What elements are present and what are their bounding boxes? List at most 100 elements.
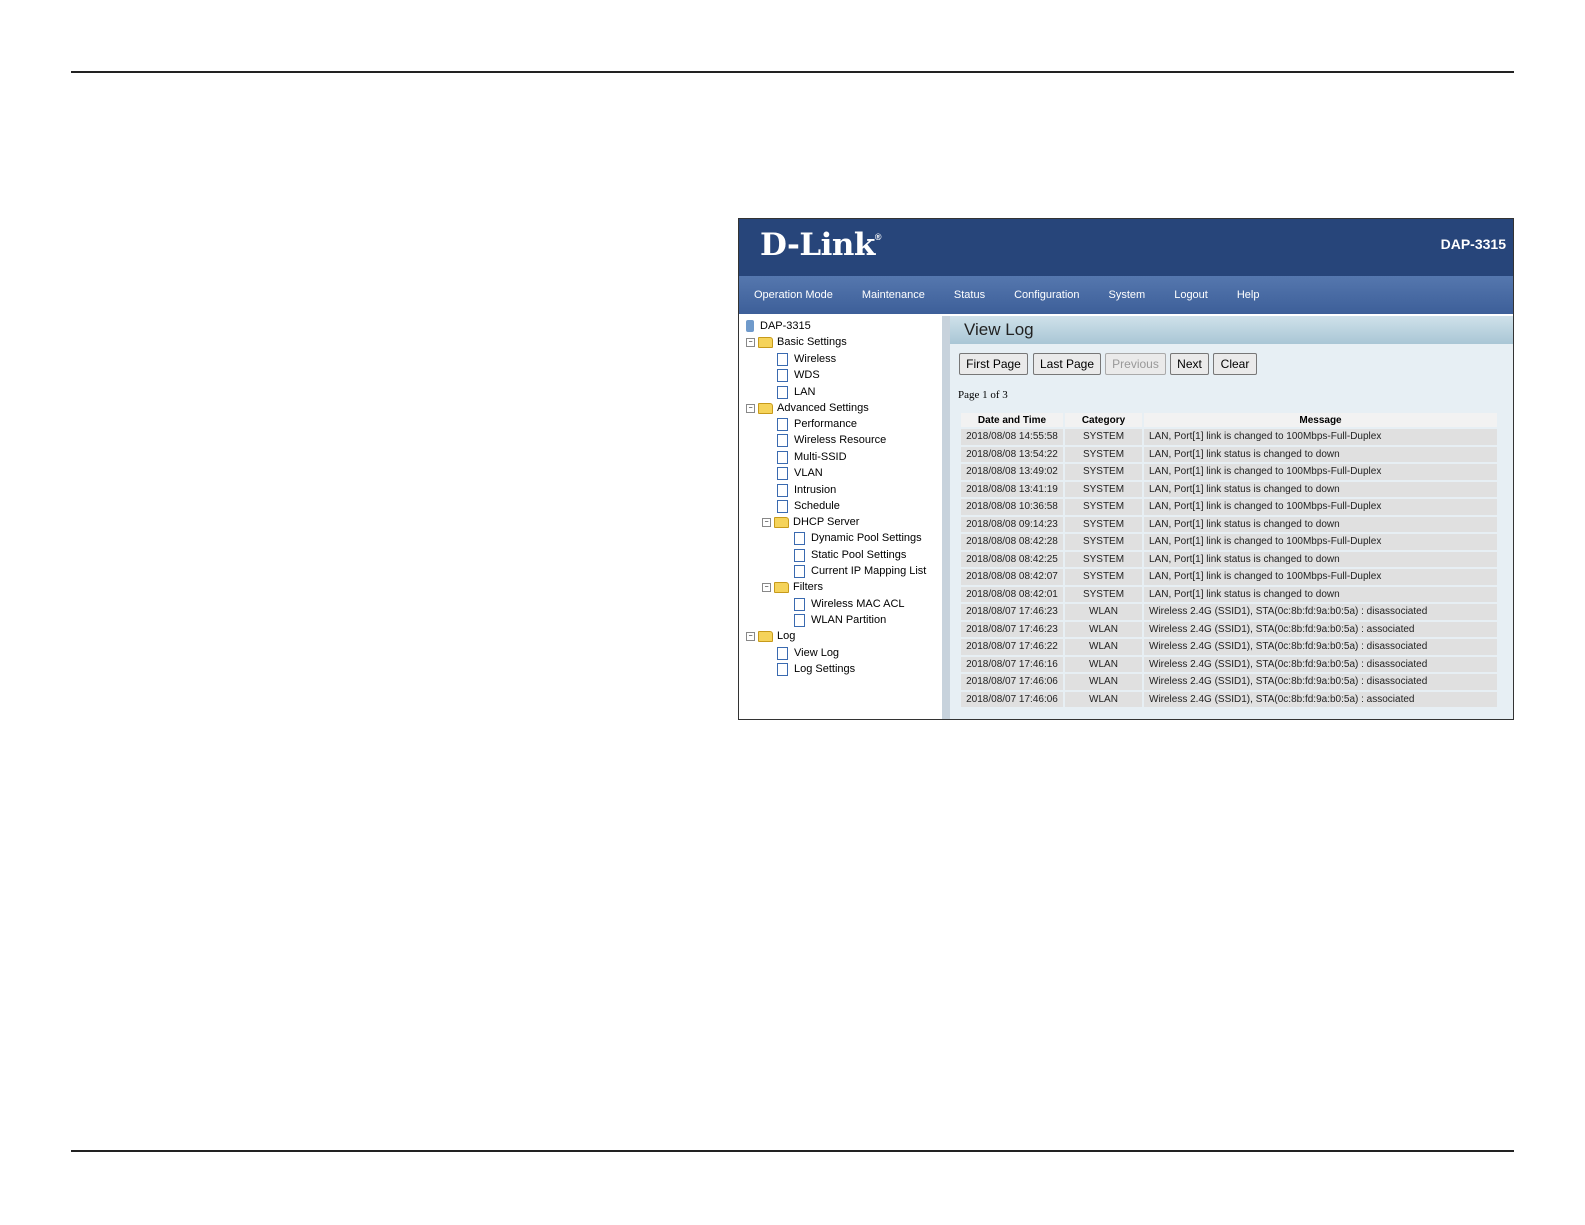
tree-root[interactable]: DAP-3315 bbox=[746, 318, 811, 334]
tree-item-wireless[interactable]: Wireless bbox=[777, 351, 836, 367]
tree-item-lan[interactable]: LAN bbox=[777, 384, 815, 400]
category-cell: SYSTEM bbox=[1065, 446, 1142, 462]
collapse-icon[interactable]: − bbox=[762, 582, 771, 592]
folder-icon bbox=[758, 630, 773, 642]
message-cell: LAN, Port[1] link status is changed to d… bbox=[1144, 446, 1497, 462]
tree-item-label: LAN bbox=[794, 386, 816, 398]
main-menu: Operation Mode Maintenance Status Config… bbox=[739, 276, 1513, 314]
date-time-cell: 2018/08/07 17:46:06 bbox=[961, 674, 1063, 690]
tree-folder-dhcp-server[interactable]: − DHCP Server bbox=[762, 514, 859, 530]
tree-item-label: Multi-SSID bbox=[794, 451, 847, 463]
collapse-icon[interactable]: − bbox=[746, 631, 755, 641]
tree-item-dynamic-pool-settings[interactable]: Dynamic Pool Settings bbox=[794, 530, 922, 546]
tree-item-performance[interactable]: Performance bbox=[777, 416, 857, 432]
collapse-icon[interactable]: − bbox=[762, 517, 771, 527]
page-icon bbox=[777, 499, 788, 513]
tree-item-schedule[interactable]: Schedule bbox=[777, 498, 840, 514]
message-cell: LAN, Port[1] link is changed to 100Mbps-… bbox=[1144, 429, 1497, 445]
logo-text: D-Link bbox=[760, 227, 875, 263]
tree-item-log-settings[interactable]: Log Settings bbox=[777, 661, 855, 677]
tree-item-intrusion[interactable]: Intrusion bbox=[777, 482, 836, 498]
next-button[interactable]: Next bbox=[1170, 353, 1209, 375]
clear-button[interactable]: Clear bbox=[1213, 353, 1257, 375]
tree-folder-log[interactable]: − Log bbox=[746, 628, 795, 644]
tree-folder-advanced-settings[interactable]: − Advanced Settings bbox=[746, 400, 869, 416]
table-row: 2018/08/08 14:55:58 SYSTEM LAN, Port[1] li… bbox=[961, 429, 1497, 445]
message-cell: Wireless 2.4G (SSID1), STA(0c:8b:fd:9a:b… bbox=[1144, 691, 1497, 707]
tree-item-vlan[interactable]: VLAN bbox=[777, 465, 823, 481]
message-cell: Wireless 2.4G (SSID1), STA(0c:8b:fd:9a:b… bbox=[1144, 674, 1497, 690]
date-time-cell: 2018/08/08 08:42:07 bbox=[961, 569, 1063, 585]
last-page-button[interactable]: Last Page bbox=[1033, 353, 1101, 375]
date-time-cell: 2018/08/08 08:42:28 bbox=[961, 534, 1063, 550]
page-info: Page 1 of 3 bbox=[958, 389, 1008, 401]
previous-button[interactable]: Previous bbox=[1105, 353, 1166, 375]
page-icon bbox=[794, 613, 805, 627]
menu-system[interactable]: System bbox=[1109, 289, 1146, 301]
table-row: 2018/08/07 17:46:16 WLAN Wireless 2.4G (SS… bbox=[961, 656, 1497, 672]
table-row: 2018/08/07 17:46:23 WLAN Wireless 2.4G (SS… bbox=[961, 621, 1497, 637]
col-header-date-time: Date and Time bbox=[961, 413, 1063, 427]
message-cell: LAN, Port[1] link is changed to 100Mbps-… bbox=[1144, 464, 1497, 480]
page-icon bbox=[794, 564, 805, 578]
page-icon bbox=[777, 662, 788, 676]
tree-item-label: Static Pool Settings bbox=[811, 549, 907, 561]
date-time-cell: 2018/08/07 17:46:06 bbox=[961, 691, 1063, 707]
tree-folder-filters[interactable]: − Filters bbox=[762, 579, 823, 595]
menu-help[interactable]: Help bbox=[1237, 289, 1260, 301]
message-cell: LAN, Port[1] link is changed to 100Mbps-… bbox=[1144, 499, 1497, 515]
tree-item-multi-ssid[interactable]: Multi-SSID bbox=[777, 449, 847, 465]
tree-folder-label: Log bbox=[777, 630, 796, 642]
table-row: 2018/08/08 10:36:58 SYSTEM LAN, Port[1] li… bbox=[961, 499, 1497, 515]
tree-folder-label: Filters bbox=[793, 581, 823, 593]
tree-folder-label: DHCP Server bbox=[793, 516, 860, 528]
menu-status[interactable]: Status bbox=[954, 289, 985, 301]
menu-operation-mode[interactable]: Operation Mode bbox=[754, 289, 833, 301]
pane-divider[interactable] bbox=[942, 316, 950, 719]
collapse-icon[interactable]: − bbox=[746, 403, 755, 413]
first-page-button[interactable]: First Page bbox=[959, 353, 1028, 375]
folder-icon bbox=[774, 581, 789, 593]
page-icon bbox=[777, 433, 788, 447]
tree-item-static-pool-settings[interactable]: Static Pool Settings bbox=[794, 547, 906, 563]
screenshot-frame: D-Link® DAP-3315 Operation Mode Maintena… bbox=[738, 218, 1514, 720]
message-cell: LAN, Port[1] link status is changed to d… bbox=[1144, 481, 1497, 497]
table-row: 2018/08/08 08:42:28 SYSTEM LAN, Port[1] li… bbox=[961, 534, 1497, 550]
tree-item-label: Intrusion bbox=[794, 484, 837, 496]
table-row: 2018/08/08 08:42:01 SYSTEM LAN, Port[1] li… bbox=[961, 586, 1497, 602]
page-icon bbox=[777, 352, 788, 366]
date-time-cell: 2018/08/07 17:46:22 bbox=[961, 639, 1063, 655]
tree-item-view-log[interactable]: View Log bbox=[777, 645, 839, 661]
tree-item-wlan-partition[interactable]: WLAN Partition bbox=[794, 612, 886, 628]
menu-maintenance[interactable]: Maintenance bbox=[862, 289, 925, 301]
tree-item-wireless-resource[interactable]: Wireless Resource bbox=[777, 432, 886, 448]
col-header-category: Category bbox=[1065, 413, 1142, 427]
category-cell: SYSTEM bbox=[1065, 516, 1142, 532]
tree-folder-label: Basic Settings bbox=[777, 336, 847, 348]
page-title: View Log bbox=[950, 316, 1513, 344]
message-cell: Wireless 2.4G (SSID1), STA(0c:8b:fd:9a:b… bbox=[1144, 604, 1497, 620]
content-pane: View Log First Page Last Page Previous N… bbox=[950, 316, 1513, 719]
page-icon bbox=[777, 417, 788, 431]
model-name: DAP-3315 bbox=[1440, 236, 1506, 252]
collapse-icon[interactable]: − bbox=[746, 337, 755, 347]
menu-logout[interactable]: Logout bbox=[1174, 289, 1208, 301]
folder-icon bbox=[758, 402, 773, 414]
category-cell: SYSTEM bbox=[1065, 429, 1142, 445]
page-icon bbox=[777, 385, 788, 399]
col-header-message: Message bbox=[1144, 413, 1497, 427]
table-row: 2018/08/07 17:46:06 WLAN Wireless 2.4G (SS… bbox=[961, 691, 1497, 707]
tree-folder-label: Advanced Settings bbox=[777, 402, 869, 414]
category-cell: SYSTEM bbox=[1065, 499, 1142, 515]
message-cell: LAN, Port[1] link status is changed to d… bbox=[1144, 586, 1497, 602]
message-cell: Wireless 2.4G (SSID1), STA(0c:8b:fd:9a:b… bbox=[1144, 621, 1497, 637]
date-time-cell: 2018/08/08 13:41:19 bbox=[961, 481, 1063, 497]
tree-item-current-ip-mapping-list[interactable]: Current IP Mapping List bbox=[794, 563, 926, 579]
table-row: 2018/08/08 09:14:23 SYSTEM LAN, Port[1] li… bbox=[961, 516, 1497, 532]
table-row: 2018/08/08 13:49:02 SYSTEM LAN, Port[1] li… bbox=[961, 464, 1497, 480]
tree-item-wds[interactable]: WDS bbox=[777, 367, 820, 383]
tree-item-wireless-mac-acl[interactable]: Wireless MAC ACL bbox=[794, 596, 905, 612]
tree-folder-basic-settings[interactable]: − Basic Settings bbox=[746, 334, 847, 350]
menu-configuration[interactable]: Configuration bbox=[1014, 289, 1079, 301]
folder-icon bbox=[774, 516, 789, 528]
